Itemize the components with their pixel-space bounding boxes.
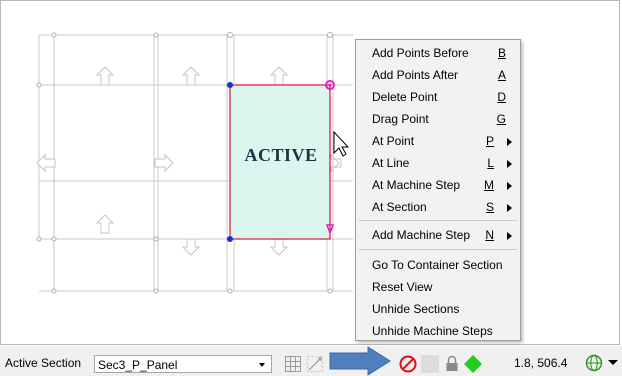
diamond-icon[interactable] (463, 354, 483, 374)
menu-item-accel: B (497, 46, 506, 60)
menu-item-label: Go To Container Section (372, 258, 503, 272)
menu-item-at-point[interactable]: At Point P (356, 131, 520, 151)
menu-item-label: Unhide Machine Steps (372, 324, 493, 338)
menu-item-accel: A (497, 68, 506, 82)
submenu-arrow-icon (507, 160, 512, 168)
submenu-arrow-icon (507, 182, 512, 190)
active-section-caption: Active Section (5, 356, 82, 370)
mouse-pointer-icon (333, 130, 350, 157)
menu-item-accel: P (485, 134, 494, 148)
menu-item-label: Unhide Sections (372, 302, 460, 316)
context-menu: Add Points Before B Add Points After A D… (355, 39, 521, 341)
prohibited-icon[interactable] (398, 354, 418, 374)
menu-item-label: Delete Point (372, 90, 438, 104)
menu-item-accel: M (484, 178, 494, 192)
menu-item-label: Add Machine Step (372, 228, 471, 242)
menu-item-label: At Point (372, 134, 415, 148)
menu-item-accel: L (487, 156, 494, 170)
active-section-value: Sec3_P_Panel (98, 358, 178, 372)
menu-item-label: Reset View (372, 280, 433, 294)
menu-item-unhide-sections[interactable]: Unhide Sections (356, 299, 520, 319)
menu-item-accel: S (485, 200, 494, 214)
menu-item-at-line[interactable]: At Line L (356, 153, 520, 173)
menu-item-at-machine-step[interactable]: At Machine Step M (356, 175, 520, 195)
drawing-canvas[interactable]: ACTIVE (0, 0, 620, 345)
chevron-down-icon[interactable] (608, 360, 618, 365)
menu-item-label: Add Points After (372, 68, 459, 82)
blank-tool-button[interactable] (421, 355, 439, 373)
menu-item-label: At Machine Step (372, 178, 461, 192)
submenu-arrow-icon (507, 232, 512, 240)
chevron-down-icon (259, 363, 265, 367)
active-section-select[interactable]: Sec3_P_Panel (94, 355, 272, 373)
menu-item-drag-point[interactable]: Drag Point G (356, 109, 520, 129)
active-section-label: ACTIVE (244, 145, 318, 165)
measure-icon[interactable] (306, 355, 324, 373)
menu-item-add-machine-step[interactable]: Add Machine Step N (356, 225, 520, 245)
menu-item-accel: N (485, 228, 494, 242)
menu-item-label: Add Points Before (372, 46, 469, 60)
menu-item-at-section[interactable]: At Section S (356, 197, 520, 217)
arrow-right-icon (329, 346, 391, 376)
menu-item-unhide-machine-steps[interactable]: Unhide Machine Steps (356, 321, 520, 341)
menu-separator (359, 249, 517, 250)
status-bar: Active Section Sec3_P_Panel 1.8, 506.4 (0, 346, 622, 376)
submenu-arrow-icon (507, 138, 512, 146)
menu-item-accel: G (496, 112, 506, 126)
lock-icon[interactable] (444, 354, 460, 374)
panel-drawing[interactable] (1, 1, 621, 346)
globe-icon[interactable] (585, 354, 603, 372)
menu-item-label: At Section (372, 200, 427, 214)
vertex-handle[interactable] (227, 82, 233, 88)
menu-item-delete-point[interactable]: Delete Point D (356, 87, 520, 107)
menu-item-reset-view[interactable]: Reset View (356, 277, 520, 297)
cursor-coordinates: 1.8, 506.4 (514, 356, 568, 370)
menu-item-go-to-container-section[interactable]: Go To Container Section (356, 255, 520, 275)
vertex-handle[interactable] (227, 236, 233, 242)
grid-icon[interactable] (284, 355, 302, 373)
menu-separator (359, 220, 517, 221)
menu-item-label: At Line (372, 156, 410, 170)
menu-item-accel: D (497, 90, 506, 104)
submenu-arrow-icon (507, 204, 512, 212)
menu-item-add-points-after[interactable]: Add Points After A (356, 65, 520, 85)
selected-vertex-dot (328, 83, 332, 87)
menu-item-label: Drag Point (372, 112, 429, 126)
menu-item-add-points-before[interactable]: Add Points Before B (356, 43, 520, 63)
